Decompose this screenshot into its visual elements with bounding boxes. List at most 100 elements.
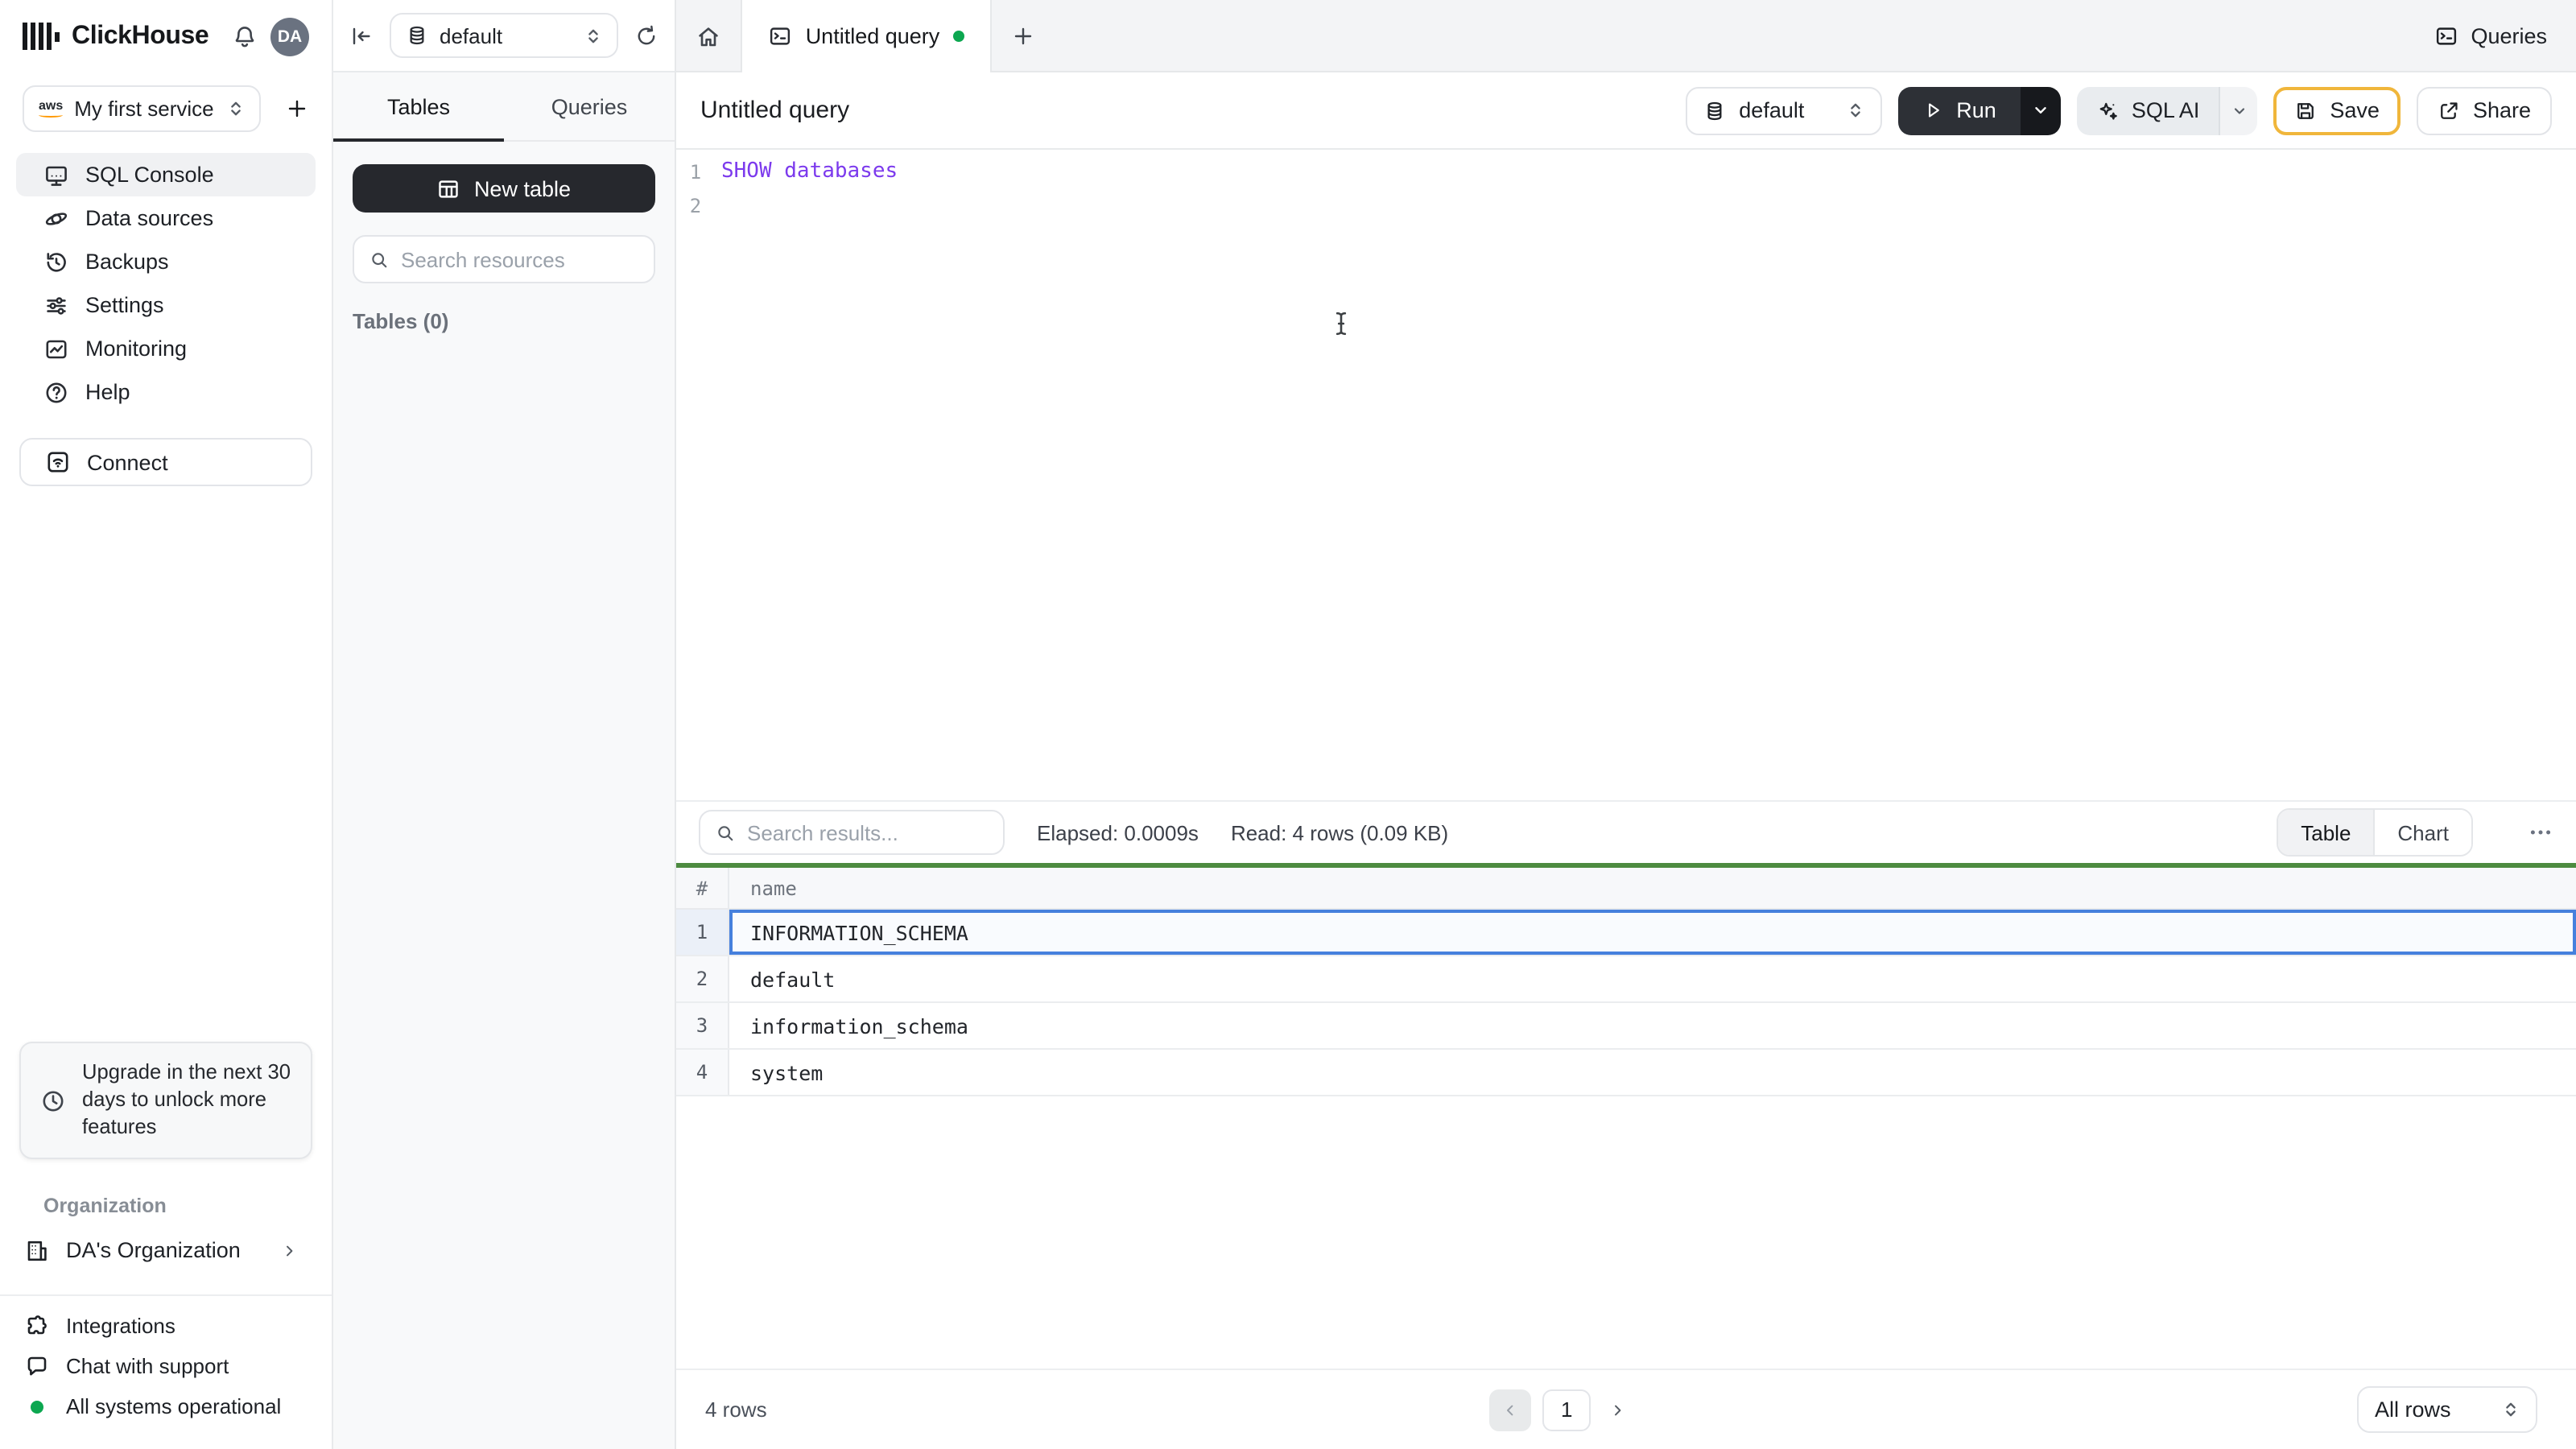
sidebar-item-settings[interactable]: Settings <box>16 283 316 327</box>
line-number: 2 <box>689 194 702 217</box>
resource-search-input[interactable] <box>401 247 639 271</box>
settings-sliders-icon <box>43 292 69 318</box>
chevron-updown-icon <box>227 100 245 118</box>
add-service-button[interactable] <box>285 97 309 121</box>
next-page-button[interactable] <box>1602 1393 1634 1426</box>
sidebar-item-label: Help <box>85 380 130 404</box>
cell-name[interactable]: INFORMATION_SCHEMA <box>729 910 2576 955</box>
editor-line: 1 SHOW databases <box>676 155 2576 188</box>
query-controls: default Run SQL AI Save Share <box>1686 86 2552 134</box>
connect-icon <box>45 449 71 475</box>
pagination: 1 <box>767 1389 2357 1430</box>
brand-name[interactable]: ClickHouse <box>72 22 209 51</box>
more-options-icon[interactable] <box>2528 819 2553 845</box>
resource-explorer: default Tables Queries New table Search … <box>333 0 676 1449</box>
connect-button[interactable]: Connect <box>19 438 312 486</box>
table-row[interactable]: 1 INFORMATION_SCHEMA <box>676 910 2576 956</box>
user-avatar[interactable]: DA <box>270 17 309 56</box>
new-table-button[interactable]: New table <box>353 164 655 213</box>
query-header: Untitled query default Run SQL AI Save S… <box>676 72 2576 150</box>
view-chart-segment[interactable]: Chart <box>2375 810 2471 855</box>
save-label: Save <box>2330 98 2380 122</box>
upgrade-notice-text: Upgrade in the next 30 days to unlock mo… <box>82 1059 291 1139</box>
clickhouse-logo-icon[interactable] <box>23 23 59 50</box>
new-tab-button[interactable] <box>992 0 1053 72</box>
results-footer: 4 rows 1 All rows <box>676 1368 2576 1449</box>
upgrade-notice[interactable]: Upgrade in the next 30 days to unlock mo… <box>19 1042 312 1159</box>
table-row[interactable]: 4 system <box>676 1050 2576 1096</box>
results-search-input[interactable] <box>747 820 989 844</box>
save-floppy-icon <box>2294 99 2317 122</box>
read-stats: Read: 4 rows (0.09 KB) <box>1230 820 1449 844</box>
run-options-caret[interactable] <box>2020 86 2061 134</box>
organization-selector[interactable]: DA's Organization <box>0 1230 332 1270</box>
terminal-icon <box>2434 24 2458 48</box>
cell-name[interactable]: information_schema <box>729 1003 2576 1048</box>
footer-item-label: Chat with support <box>66 1354 229 1378</box>
queries-button-label: Queries <box>2471 24 2547 48</box>
tab-tables[interactable]: Tables <box>333 72 504 142</box>
system-status[interactable]: All systems operational <box>0 1386 332 1426</box>
results-empty-space <box>676 1096 2576 1368</box>
row-number: 1 <box>676 910 729 955</box>
sql-editor[interactable]: 1 SHOW databases 2 <box>676 150 2576 800</box>
sparkles-icon <box>2096 99 2119 122</box>
backups-history-icon <box>43 249 69 275</box>
query-database-value: default <box>1739 98 1805 122</box>
query-tab[interactable]: Untitled query <box>741 0 992 72</box>
sidebar-item-help[interactable]: Help <box>16 370 316 414</box>
table-header-row: # name <box>676 868 2576 910</box>
queries-button[interactable]: Queries <box>2434 0 2547 72</box>
collapse-panel-icon[interactable] <box>349 23 374 47</box>
table-row[interactable]: 2 default <box>676 956 2576 1003</box>
elapsed-time: Elapsed: 0.0009s <box>1037 820 1199 844</box>
tabstrip-spacer <box>1053 0 2434 72</box>
sidebar-item-monitoring[interactable]: Monitoring <box>16 327 316 370</box>
cell-name[interactable]: system <box>729 1050 2576 1095</box>
previous-page-button[interactable] <box>1489 1389 1532 1430</box>
status-label: All systems operational <box>66 1394 282 1418</box>
terminal-icon <box>769 24 793 48</box>
database-selector-value: default <box>440 23 503 47</box>
unsaved-changes-dot <box>952 31 964 42</box>
sidebar-item-label: Backups <box>85 250 169 274</box>
text-cursor-icon <box>1330 311 1352 336</box>
results-table: # name 1 INFORMATION_SCHEMA 2 default 3 … <box>676 868 2576 1096</box>
sidebar-item-integrations[interactable]: Integrations <box>0 1306 332 1346</box>
share-button[interactable]: Share <box>2416 86 2552 134</box>
sidebar-item-backups[interactable]: Backups <box>16 240 316 283</box>
sql-ai-button[interactable]: SQL AI <box>2076 86 2219 134</box>
explorer-tabs: Tables Queries <box>333 72 675 142</box>
view-table-segment[interactable]: Table <box>2278 810 2376 855</box>
cell-name[interactable]: default <box>729 956 2576 1001</box>
share-label: Share <box>2472 98 2531 122</box>
run-label: Run <box>1956 98 1996 122</box>
notifications-bell-icon[interactable] <box>232 23 258 49</box>
row-number: 2 <box>676 956 729 1001</box>
service-selector[interactable]: aws My first service <box>23 85 261 132</box>
app-window: ClickHouse DA aws My first service SQL C… <box>0 0 2576 1449</box>
search-icon <box>715 822 736 843</box>
search-icon <box>369 249 390 270</box>
column-header-index[interactable]: # <box>676 868 729 908</box>
refresh-icon[interactable] <box>634 23 658 47</box>
database-selector[interactable]: default <box>390 13 618 58</box>
column-header-name[interactable]: name <box>729 877 797 899</box>
save-button[interactable]: Save <box>2273 86 2401 134</box>
tab-queries[interactable]: Queries <box>504 72 675 140</box>
query-title[interactable]: Untitled query <box>700 97 1686 124</box>
page-size-selector[interactable]: All rows <box>2357 1386 2537 1433</box>
sidebar-item-data-sources[interactable]: Data sources <box>16 196 316 240</box>
run-button-group: Run <box>1898 86 2061 134</box>
home-icon[interactable] <box>676 0 741 72</box>
page-number-button[interactable]: 1 <box>1542 1389 1591 1430</box>
query-database-selector[interactable]: default <box>1686 86 1883 134</box>
table-row[interactable]: 3 information_schema <box>676 1003 2576 1050</box>
results-panel: Elapsed: 0.0009s Read: 4 rows (0.09 KB) … <box>676 800 2576 1449</box>
sql-ai-options-caret[interactable] <box>2219 86 2258 134</box>
run-button[interactable]: Run <box>1898 86 2021 134</box>
sidebar-item-chat-support[interactable]: Chat with support <box>0 1346 332 1386</box>
sidebar-item-sql-console[interactable]: SQL Console <box>16 153 316 196</box>
organization-building-icon <box>24 1237 50 1263</box>
editor-line: 2 <box>676 188 2576 222</box>
